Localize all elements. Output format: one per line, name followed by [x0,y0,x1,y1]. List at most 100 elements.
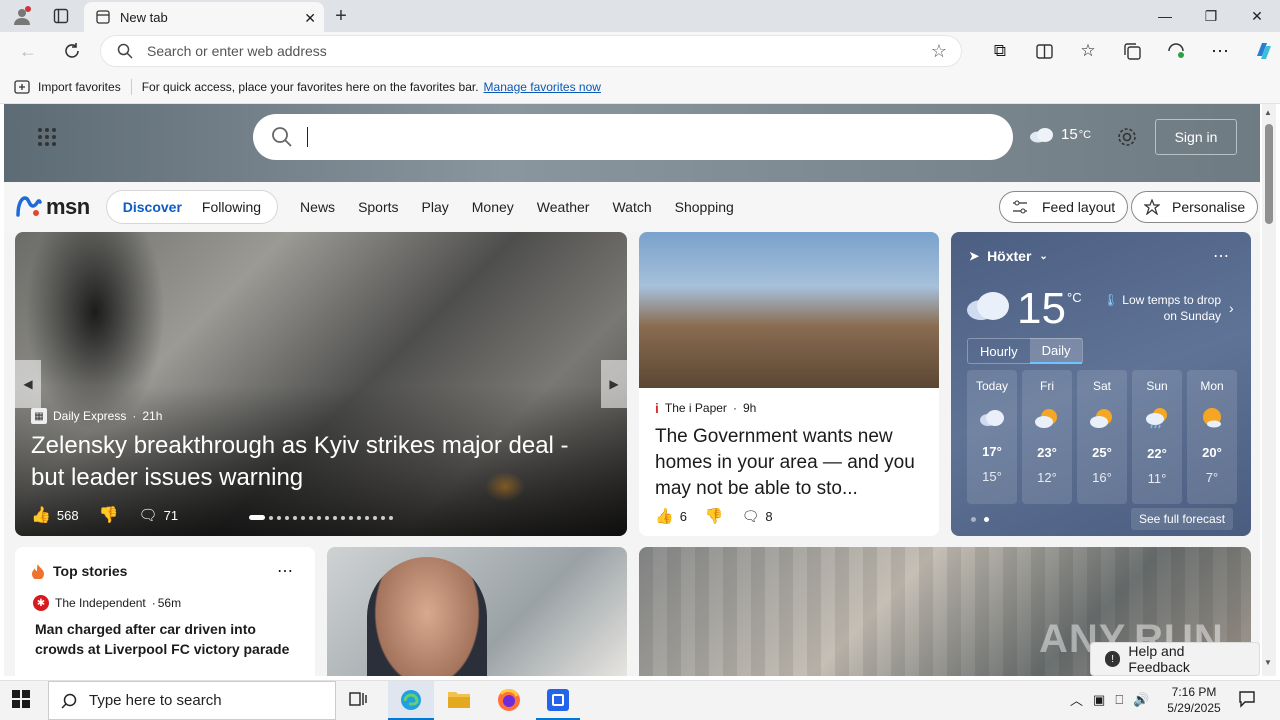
scroll-up-icon[interactable]: ▲ [1264,108,1272,117]
chevron-right-icon[interactable]: › [1229,300,1234,316]
address-bar[interactable]: Search or enter web address ☆ [100,35,962,67]
weather-more-icon[interactable]: ⋯ [1213,246,1229,266]
msn-logo[interactable]: msn [16,194,90,220]
like-icon[interactable]: 👍 [31,505,51,525]
toggle-hourly[interactable]: Hourly [968,344,1030,359]
nav-sports[interactable]: Sports [358,199,398,215]
weather-card[interactable]: ➤ Höxter ⌄ ⋯ 15 °C 🌡 Low temps to drop on… [951,232,1251,536]
new-tab-button[interactable]: + [330,4,352,28]
favorite-star-icon[interactable]: ☆ [931,41,947,62]
close-tab-icon[interactable]: ✕ [304,10,316,27]
nav-money[interactable]: Money [472,199,514,215]
forecast-day-today[interactable]: Today 17° 15° [967,370,1017,504]
extensions-icon[interactable]: ⧉ [978,38,1022,64]
like-icon[interactable]: 👍 [655,507,674,525]
settings-gear-icon[interactable] [1114,124,1140,150]
carousel-dots[interactable] [249,515,393,520]
collections-icon[interactable] [1110,38,1154,64]
card2-age: 9h [742,401,757,415]
firefox-icon[interactable] [497,688,521,712]
tab-discover[interactable]: Discover [113,199,192,215]
see-full-forecast-button[interactable]: See full forecast [1131,508,1234,530]
hero-headline[interactable]: Zelensky breakthrough as Kyiv strikes ma… [31,430,601,494]
windows-start-icon[interactable] [12,690,30,708]
nav-news[interactable]: News [300,199,335,215]
msn-search-input[interactable] [253,114,1013,160]
minimize-icon[interactable]: — [1142,0,1188,32]
comment-icon[interactable]: 🗨 [139,506,158,524]
hero-carousel[interactable]: ◀ ▶ ▦ Daily Express · 21h Zelensky break… [15,232,627,536]
header-weather[interactable]: 15 °C [1029,126,1091,143]
dislike-icon[interactable]: 👎 [99,505,119,525]
app-taskbar-icon[interactable] [536,681,580,720]
nav-play[interactable]: Play [422,199,449,215]
performance-icon[interactable] [1154,38,1198,64]
taskbar-clock[interactable]: 7:16 PM 5/29/2025 [1166,684,1222,716]
sign-in-button[interactable]: Sign in [1155,119,1237,155]
chevron-up-icon[interactable]: ︿ [1070,690,1083,709]
personalise-button[interactable]: Personalise [1131,191,1259,223]
top-story-headline[interactable]: Man charged after car driven into crowds… [35,619,301,659]
more-icon[interactable]: ⋯ [277,561,293,581]
comment-icon[interactable]: 🗨 [742,508,760,525]
carousel-dot [349,515,353,520]
notifications-icon[interactable] [1238,690,1256,708]
card2-headline[interactable]: The Government wants new homes in your a… [655,424,923,502]
tab-new-tab[interactable]: New tab ✕ [84,2,324,32]
help-feedback-button[interactable]: ! Help and Feedback [1090,642,1260,676]
favorites-icon[interactable]: ☆ [1066,38,1110,64]
news-card-housing[interactable]: i The i Paper · 9h The Government wants … [639,232,939,536]
nav-shopping[interactable]: Shopping [675,199,734,215]
edge-taskbar-icon[interactable] [388,681,434,720]
manage-favorites-link[interactable]: Manage favorites now [484,80,601,94]
page-scrollbar[interactable]: ▲ ▼ [1262,104,1276,676]
toggle-daily[interactable]: Daily [1029,338,1083,364]
refresh-icon[interactable] [60,40,84,62]
nav-weather[interactable]: Weather [537,199,590,215]
copilot-icon[interactable] [1242,38,1280,64]
top-stories-card[interactable]: Top stories ⋯ ✱ The Independent · 56m Ma… [15,547,315,676]
nav-watch[interactable]: Watch [612,199,651,215]
close-window-icon[interactable]: ✕ [1234,0,1280,32]
forecast-day-mon[interactable]: Mon 20° 7° [1187,370,1237,504]
thermometer-icon: 🌡 [1103,293,1119,307]
text-cursor [307,127,308,147]
card2-reactions: 👍 6 👎 🗨 8 [655,507,939,526]
scroll-down-icon[interactable]: ▼ [1264,658,1272,667]
forecast-day-sat[interactable]: Sat 25° 16° [1077,370,1127,504]
forecast-toggle: Hourly Daily [967,338,1084,364]
i-paper-logo: i [655,400,659,416]
device-icon[interactable]: ▣ [1093,692,1105,708]
sliders-icon [1012,200,1028,214]
carousel-next-icon[interactable]: ▶ [601,360,627,408]
dislike-icon[interactable]: 👎 [705,507,724,525]
apps-grid-icon[interactable] [36,126,58,148]
header-temp-unit: °C [1078,128,1092,141]
file-explorer-icon[interactable] [447,689,471,709]
volume-icon[interactable]: 🔊 [1133,692,1149,708]
back-icon[interactable]: ← [16,40,40,62]
search-icon [117,43,133,59]
task-view-icon[interactable] [348,689,368,709]
tab-actions-icon[interactable] [50,6,72,26]
more-options-icon[interactable]: ⋯ [1198,38,1242,64]
day-low: 7° [1205,470,1219,485]
import-favorites-button[interactable]: Import favorites [38,80,121,94]
forecast-day-fri[interactable]: Fri 23° 12° [1022,370,1072,504]
split-screen-icon[interactable] [1022,38,1066,64]
restore-icon[interactable]: ❐ [1188,0,1234,32]
forecast-day-sun[interactable]: Sun 22° 11° [1132,370,1182,504]
tab-following[interactable]: Following [192,199,271,215]
feed-layout-button[interactable]: Feed layout [999,191,1129,223]
day-low: 11° [1147,471,1167,486]
taskbar-search[interactable]: Type here to search [48,681,336,720]
weather-page-dots[interactable] [971,517,989,522]
profile-icon[interactable] [10,5,34,27]
weather-alert[interactable]: 🌡 Low temps to drop on Sunday [1101,292,1221,324]
network-icon[interactable]: ⎕ [1115,692,1123,708]
news-card-portrait[interactable] [327,547,627,676]
weather-location[interactable]: ➤ Höxter ⌄ [969,248,1048,264]
carousel-prev-icon[interactable]: ◀ [15,360,41,408]
independent-logo: ✱ [33,595,49,611]
scrollbar-thumb[interactable] [1265,124,1273,224]
